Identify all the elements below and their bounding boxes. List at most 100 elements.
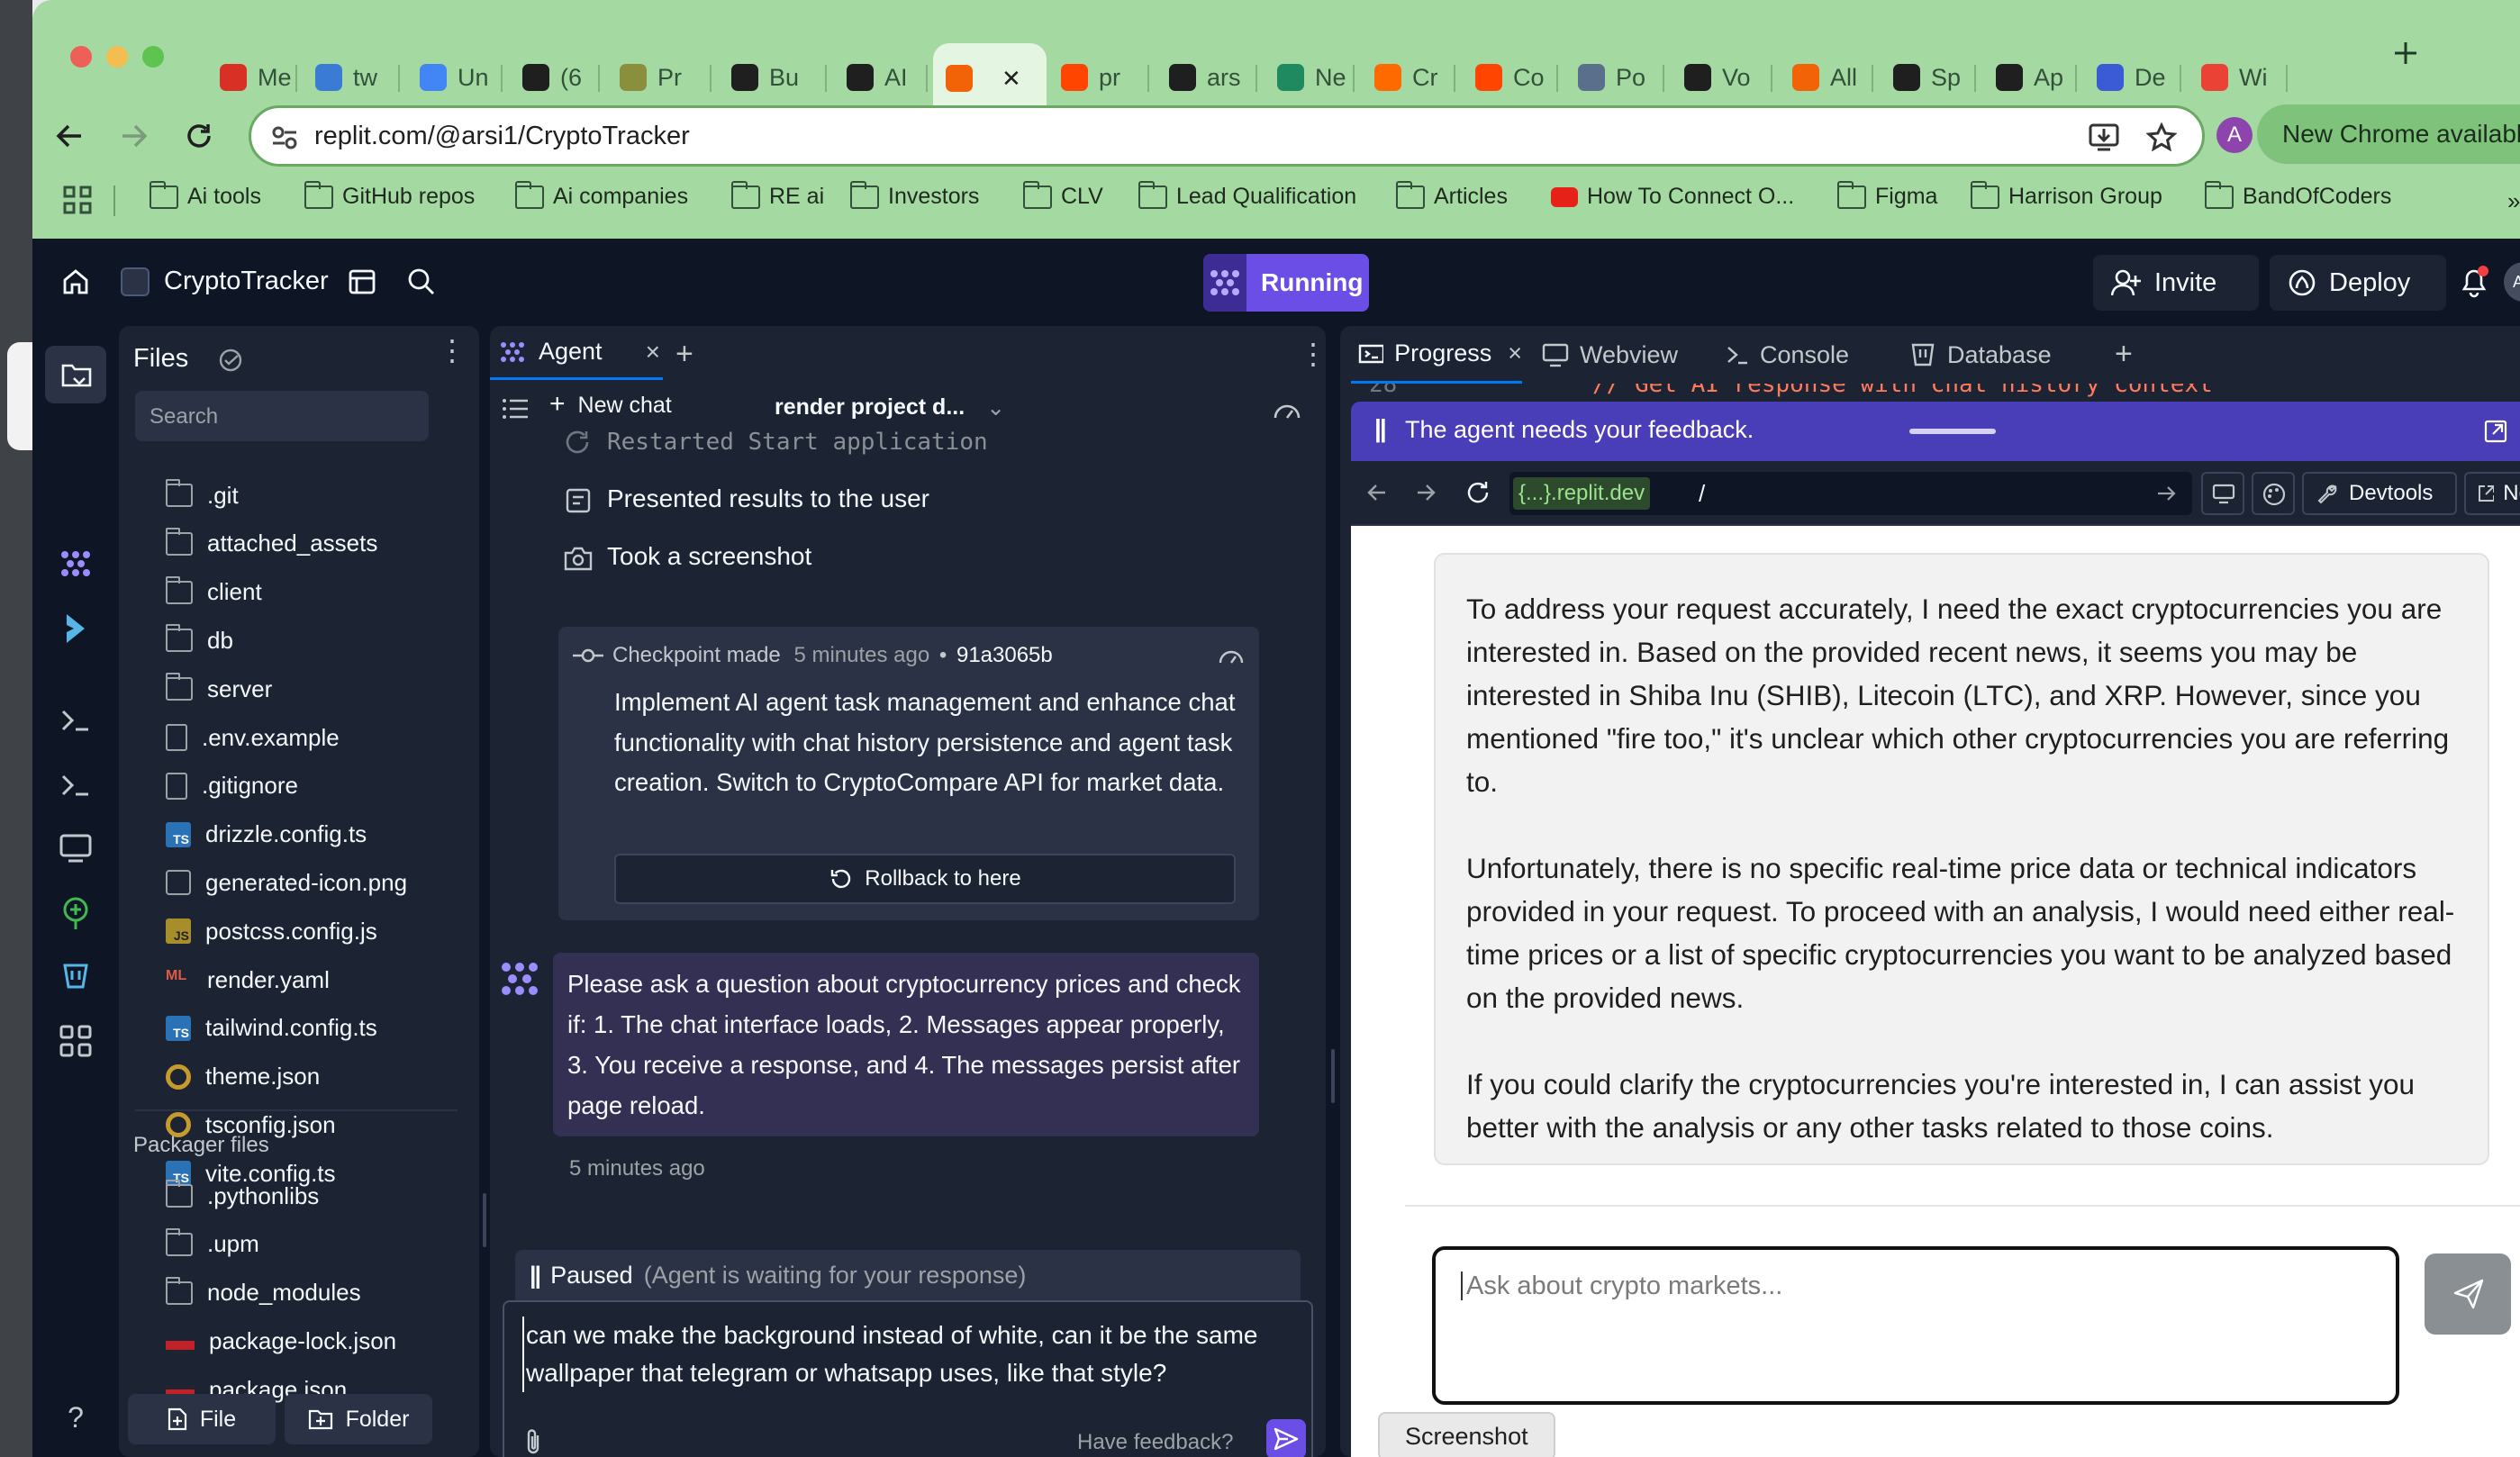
shell-tool-icon[interactable] (58, 702, 94, 738)
all-tools-icon[interactable] (58, 1023, 94, 1059)
agent-input-text[interactable]: can we make the background instead of wh… (522, 1317, 1279, 1392)
tab-console[interactable]: Console (1726, 331, 1849, 378)
file-tree-item[interactable]: node_modules (166, 1275, 361, 1311)
file-tree-item[interactable]: server (166, 671, 272, 707)
browser-tab[interactable]: ars (1156, 50, 1257, 104)
feedback-banner[interactable]: || The agent needs your feedback. (1351, 402, 2520, 461)
project-name[interactable]: CryptoTracker (164, 267, 329, 296)
files-resize-handle[interactable] (483, 1193, 486, 1247)
browser-tab[interactable]: 0 Sp (1881, 50, 1976, 104)
speed-gauge-icon[interactable] (1272, 396, 1302, 421)
file-tree-item[interactable]: .env.example (166, 719, 340, 756)
browser-tab[interactable]: Co (1463, 50, 1558, 104)
feedback-link[interactable]: Have feedback? (1077, 1430, 1233, 1455)
bookmark-item[interactable]: Figma (1837, 180, 1937, 210)
browser-tab[interactable]: (6 (510, 50, 600, 104)
browser-tab[interactable]: Ap (1983, 50, 2077, 104)
agent-menu-icon[interactable]: ⋮ (1299, 337, 1326, 371)
bookmark-item[interactable]: BandOfCoders (2205, 180, 2391, 210)
more-bookmarks-icon[interactable]: » (2507, 187, 2520, 215)
bookmark-item[interactable]: How To Connect O... (1551, 184, 1794, 210)
crypto-chat-input[interactable]: Ask about crypto markets... (1432, 1246, 2399, 1405)
database-tool-icon[interactable] (58, 958, 94, 994)
browser-tab[interactable]: Pr (607, 50, 712, 104)
rollback-button[interactable]: Rollback to here (614, 854, 1236, 904)
bookmark-item[interactable]: Lead Qualification (1138, 180, 1356, 210)
add-tab-icon[interactable]: + (675, 337, 693, 372)
device-toggle-button[interactable] (2201, 472, 2244, 515)
file-tree-item[interactable]: .git (166, 477, 239, 513)
address-bar[interactable]: replit.com/@arsi1/CryptoTracker (249, 105, 2205, 167)
console-tool-icon[interactable] (58, 767, 94, 803)
tab-webview[interactable]: Webview (1542, 331, 1678, 378)
drag-handle[interactable] (1909, 429, 1996, 434)
send-message-button[interactable] (1266, 1419, 1306, 1457)
webview-back-icon[interactable] (1365, 481, 1389, 504)
devtools-button[interactable]: Devtools (2302, 472, 2457, 515)
file-tree-item[interactable]: client (166, 575, 262, 611)
bookmark-star-icon[interactable] (2146, 122, 2177, 153)
site-settings-icon[interactable] (271, 126, 298, 149)
update-chrome-button[interactable]: New Chrome available (2257, 104, 2520, 164)
new-chat-button[interactable]: + New chat (549, 391, 672, 419)
agent-tool-icon[interactable] (58, 546, 94, 582)
file-tree-item[interactable]: TS tailwind.config.ts (166, 1010, 377, 1046)
help-icon[interactable]: ? (58, 1401, 94, 1437)
bookmark-item[interactable]: Ai tools (150, 180, 261, 210)
browser-tab[interactable]: pr (1048, 50, 1149, 104)
file-tree-item[interactable]: package-lock.json (166, 1323, 396, 1359)
bookmark-item[interactable]: RE ai (731, 180, 824, 210)
file-tree-item[interactable]: attached_assets (166, 526, 377, 562)
bookmark-item[interactable]: GitHub repos (304, 180, 475, 210)
file-tree-item[interactable]: ML render.yaml (166, 962, 330, 998)
project-details-icon[interactable] (348, 267, 376, 296)
new-tab-icon[interactable] (2392, 40, 2419, 67)
deployments-tool-icon[interactable] (58, 895, 94, 931)
close-tab-icon[interactable]: ✕ (1002, 65, 1021, 93)
close-progress-tab-icon[interactable]: × (1508, 339, 1522, 367)
apps-grid-icon[interactable] (63, 186, 92, 214)
bookmark-item[interactable]: Harrison Group (1971, 180, 2162, 210)
profile-avatar[interactable]: A (2216, 117, 2253, 153)
browser-tab[interactable]: ✕ (933, 43, 1047, 113)
browser-tab[interactable]: AI (834, 50, 928, 104)
go-arrow-icon[interactable] (2156, 483, 2178, 504)
attach-paperclip-icon[interactable] (522, 1428, 544, 1457)
browser-tab[interactable]: Cr (1362, 50, 1455, 104)
files-menu-icon[interactable]: ⋮ (438, 336, 467, 365)
file-tree-item[interactable]: .pythonlibs (166, 1178, 319, 1214)
browser-tab[interactable]: tw (303, 50, 400, 104)
file-tree-item[interactable]: JS postcss.config.js (166, 913, 377, 949)
new-file-button[interactable]: File (128, 1394, 276, 1444)
agent-tab[interactable]: Agent × (490, 326, 663, 380)
file-tree-item[interactable]: theme.json (166, 1059, 320, 1095)
agent-input-box[interactable]: can we make the background instead of wh… (503, 1300, 1313, 1457)
forward-arrow-icon[interactable] (119, 121, 150, 151)
reload-icon[interactable] (184, 121, 214, 151)
webview-tool-icon[interactable] (58, 830, 94, 866)
home-icon[interactable] (61, 267, 90, 296)
files-search-input[interactable]: Search (135, 391, 429, 441)
close-agent-tab-icon[interactable]: × (646, 338, 660, 367)
file-tree-item[interactable]: .gitignore (166, 768, 298, 804)
browser-tab[interactable]: Me (207, 50, 297, 104)
user-avatar[interactable]: AS (2504, 262, 2520, 302)
tab-progress[interactable]: Progress × (1351, 326, 1522, 384)
browser-tab[interactable]: All (1780, 50, 1873, 104)
notifications-bell-icon[interactable] (2459, 266, 2489, 298)
expand-icon[interactable] (2484, 420, 2507, 443)
theme-toggle-button[interactable] (2252, 472, 2295, 515)
tab-database[interactable]: Database (1909, 331, 2052, 378)
webview-url-bar[interactable]: {...}.replit.dev / (1509, 472, 2192, 515)
webview-reload-icon[interactable] (1464, 479, 1491, 506)
browser-tab[interactable]: Vo (1672, 50, 1772, 104)
crypto-send-button[interactable] (2425, 1253, 2511, 1335)
search-icon[interactable] (407, 267, 436, 296)
agent-resize-handle[interactable] (1331, 1049, 1335, 1103)
webview-forward-icon[interactable] (1414, 481, 1437, 504)
chat-title-dropdown[interactable]: render project d... ⌄ (775, 394, 1005, 421)
bookmark-item[interactable]: Ai companies (515, 180, 688, 210)
file-tree-item[interactable]: .upm (166, 1226, 259, 1262)
browser-tab[interactable]: Un (407, 50, 503, 104)
file-tree-item[interactable]: TS drizzle.config.ts (166, 817, 367, 853)
